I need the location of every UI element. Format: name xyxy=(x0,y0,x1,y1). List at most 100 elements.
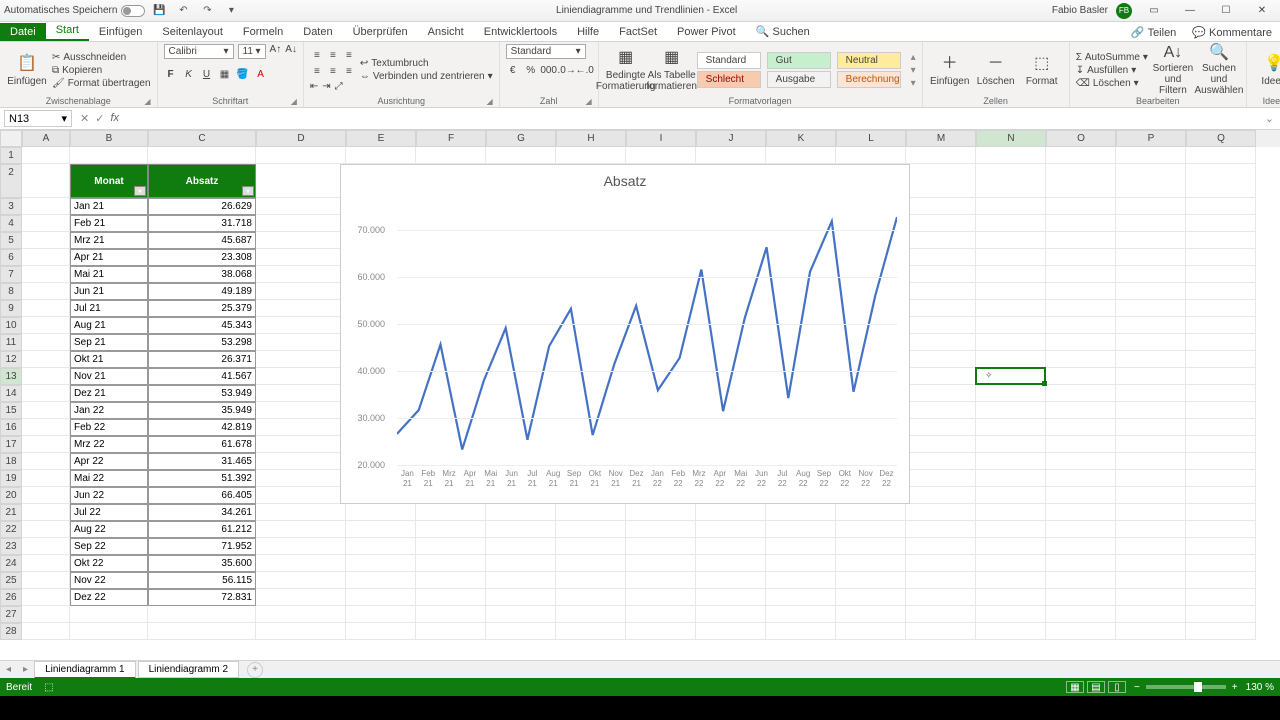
formula-input[interactable] xyxy=(131,113,1259,125)
col-header-F[interactable]: F xyxy=(416,130,486,147)
cell-K23[interactable] xyxy=(766,538,836,555)
cell-C4[interactable]: 31.718 xyxy=(148,215,256,232)
cell-P17[interactable] xyxy=(1116,436,1186,453)
cell-O28[interactable] xyxy=(1046,623,1116,640)
row-header-27[interactable]: 27 xyxy=(0,606,22,623)
font-color-icon[interactable]: A xyxy=(254,67,268,81)
row-header-2[interactable]: 2 xyxy=(0,164,22,198)
cell-A6[interactable] xyxy=(22,249,70,266)
font-name-dropdown[interactable]: Calibri▾ xyxy=(164,44,234,59)
cell-D26[interactable] xyxy=(256,589,346,606)
row-header-5[interactable]: 5 xyxy=(0,232,22,249)
cell-E28[interactable] xyxy=(346,623,416,640)
cell-O7[interactable] xyxy=(1046,266,1116,283)
cell-E22[interactable] xyxy=(346,521,416,538)
col-header-O[interactable]: O xyxy=(1046,130,1116,147)
insert-cells-button[interactable]: ＋Einfügen xyxy=(929,46,971,94)
cell-P14[interactable] xyxy=(1116,385,1186,402)
cell-N14[interactable] xyxy=(976,385,1046,402)
cell-C11[interactable]: 53.298 xyxy=(148,334,256,351)
cell-style-schlecht[interactable]: Schlecht xyxy=(697,71,761,88)
zoom-out-icon[interactable]: − xyxy=(1134,682,1140,693)
cell-B27[interactable] xyxy=(70,606,148,623)
view-normal-icon[interactable]: ▦ xyxy=(1066,681,1084,693)
cell-I28[interactable] xyxy=(626,623,696,640)
cell-Q6[interactable] xyxy=(1186,249,1256,266)
cell-O20[interactable] xyxy=(1046,487,1116,504)
cell-B17[interactable]: Mrz 22 xyxy=(70,436,148,453)
cell-M9[interactable] xyxy=(906,300,976,317)
cell-O15[interactable] xyxy=(1046,402,1116,419)
cell-Q12[interactable] xyxy=(1186,351,1256,368)
decrease-decimal-icon[interactable]: ←.0 xyxy=(578,63,592,77)
cell-J1[interactable] xyxy=(696,147,766,164)
cell-P27[interactable] xyxy=(1116,606,1186,623)
cell-O14[interactable] xyxy=(1046,385,1116,402)
cell-style-ausgabe[interactable]: Ausgabe xyxy=(767,71,831,88)
cell-O11[interactable] xyxy=(1046,334,1116,351)
cell-Q3[interactable] xyxy=(1186,198,1256,215)
cell-P12[interactable] xyxy=(1116,351,1186,368)
cell-Q22[interactable] xyxy=(1186,521,1256,538)
cell-D15[interactable] xyxy=(256,402,346,419)
cell-N7[interactable] xyxy=(976,266,1046,283)
cell-D27[interactable] xyxy=(256,606,346,623)
col-header-L[interactable]: L xyxy=(836,130,906,147)
cell-P6[interactable] xyxy=(1116,249,1186,266)
cell-D10[interactable] xyxy=(256,317,346,334)
cell-P9[interactable] xyxy=(1116,300,1186,317)
fill-button[interactable]: ↧ Ausfüllen ▾ xyxy=(1076,65,1148,76)
col-header-J[interactable]: J xyxy=(696,130,766,147)
format-painter-button[interactable]: 🖌 Format übertragen xyxy=(52,78,151,89)
cell-D28[interactable] xyxy=(256,623,346,640)
row-header-28[interactable]: 28 xyxy=(0,623,22,640)
cell-O3[interactable] xyxy=(1046,198,1116,215)
cell-P15[interactable] xyxy=(1116,402,1186,419)
cell-M7[interactable] xyxy=(906,266,976,283)
cell-O21[interactable] xyxy=(1046,504,1116,521)
cell-P19[interactable] xyxy=(1116,470,1186,487)
cell-O2[interactable] xyxy=(1046,164,1116,198)
autosum-button[interactable]: Σ AutoSumme ▾ xyxy=(1076,52,1148,63)
cell-A24[interactable] xyxy=(22,555,70,572)
row-header-20[interactable]: 20 xyxy=(0,487,22,504)
cell-Q28[interactable] xyxy=(1186,623,1256,640)
cell-Q15[interactable] xyxy=(1186,402,1256,419)
cell-A8[interactable] xyxy=(22,283,70,300)
cell-N6[interactable] xyxy=(976,249,1046,266)
cell-A17[interactable] xyxy=(22,436,70,453)
cell-P28[interactable] xyxy=(1116,623,1186,640)
cell-P2[interactable] xyxy=(1116,164,1186,198)
cell-C10[interactable]: 45.343 xyxy=(148,317,256,334)
chart-absatz[interactable]: Absatz 20.00030.00040.00050.00060.00070.… xyxy=(340,164,910,504)
cell-P13[interactable] xyxy=(1116,368,1186,385)
cell-Q19[interactable] xyxy=(1186,470,1256,487)
cell-D21[interactable] xyxy=(256,504,346,521)
cancel-formula-icon[interactable]: ✕ xyxy=(80,112,89,125)
cell-L22[interactable] xyxy=(836,521,906,538)
cell-N17[interactable] xyxy=(976,436,1046,453)
cell-D13[interactable] xyxy=(256,368,346,385)
align-top-icon[interactable]: ≡ xyxy=(310,49,324,63)
cell-N19[interactable] xyxy=(976,470,1046,487)
tab-power pivot[interactable]: Power Pivot xyxy=(667,23,746,41)
cell-M8[interactable] xyxy=(906,283,976,300)
cell-C27[interactable] xyxy=(148,606,256,623)
cell-P18[interactable] xyxy=(1116,453,1186,470)
cell-Q10[interactable] xyxy=(1186,317,1256,334)
cell-D7[interactable] xyxy=(256,266,346,283)
cell-A14[interactable] xyxy=(22,385,70,402)
cell-M3[interactable] xyxy=(906,198,976,215)
cell-Q2[interactable] xyxy=(1186,164,1256,198)
tab-formeln[interactable]: Formeln xyxy=(233,23,293,41)
cell-O1[interactable] xyxy=(1046,147,1116,164)
col-header-B[interactable]: B xyxy=(70,130,148,147)
cell-C22[interactable]: 61.212 xyxy=(148,521,256,538)
cell-A23[interactable] xyxy=(22,538,70,555)
cell-K27[interactable] xyxy=(766,606,836,623)
cell-F26[interactable] xyxy=(416,589,486,606)
cell-style-gut[interactable]: Gut xyxy=(767,52,831,69)
cell-N16[interactable] xyxy=(976,419,1046,436)
cell-M6[interactable] xyxy=(906,249,976,266)
cell-N26[interactable] xyxy=(976,589,1046,606)
